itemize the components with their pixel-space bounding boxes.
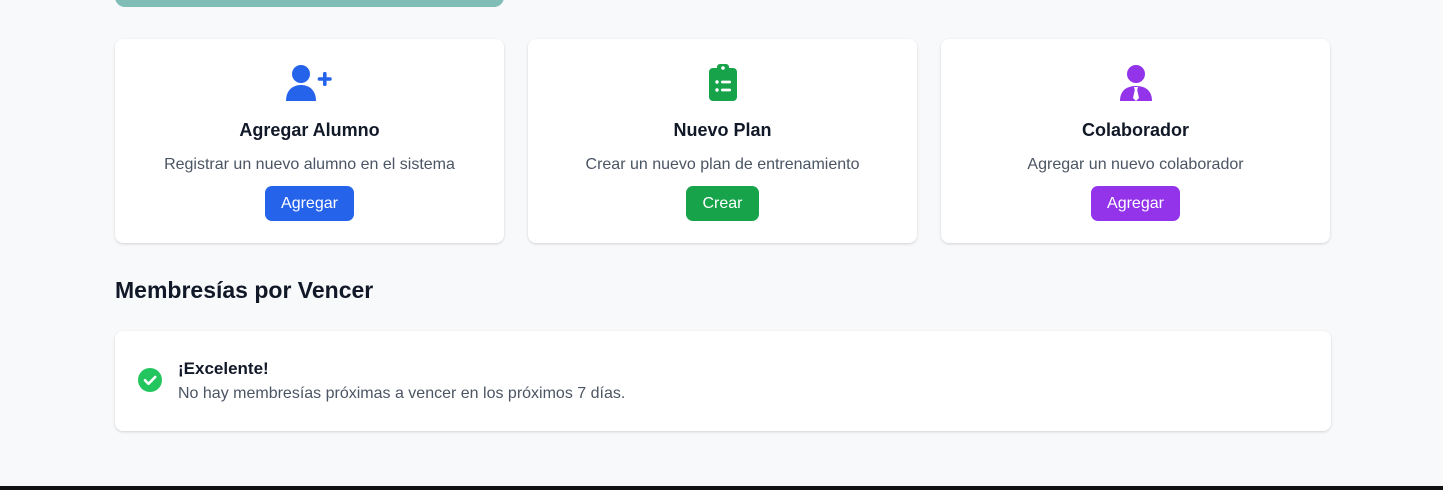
expiring-memberships-notice: ¡Excelente! No hay membresías próximas a… xyxy=(115,331,1331,431)
add-collaborator-button[interactable]: Agregar xyxy=(1091,186,1180,221)
card-new-plan: Nuevo Plan Crear un nuevo plan de entren… xyxy=(528,39,917,243)
notice-title: ¡Excelente! xyxy=(178,359,269,378)
notice-text: No hay membresías próximas a vencer en l… xyxy=(178,385,626,402)
card-title: Nuevo Plan xyxy=(673,120,772,140)
clipboard-list-icon xyxy=(708,63,738,103)
user-tie-icon xyxy=(1119,63,1153,103)
card-description: Registrar un nuevo alumno en el sistema xyxy=(164,156,455,173)
check-circle-icon xyxy=(138,368,162,397)
create-plan-button[interactable]: Crear xyxy=(686,186,759,221)
add-student-button[interactable]: Agregar xyxy=(265,186,354,221)
card-title: Agregar Alumno xyxy=(239,120,380,140)
bottom-border xyxy=(0,486,1443,490)
quick-actions: Agregar Alumno Registrar un nuevo alumno… xyxy=(115,39,1330,243)
card-description: Crear un nuevo plan de entrenamiento xyxy=(585,156,860,173)
previous-card-edge xyxy=(115,0,504,7)
user-plus-icon xyxy=(285,63,334,103)
card-description: Agregar un nuevo colaborador xyxy=(1027,156,1244,173)
section-title: Membresías por Vencer xyxy=(115,277,374,303)
card-collaborator: Colaborador Agregar un nuevo colaborador… xyxy=(941,39,1330,243)
card-add-student: Agregar Alumno Registrar un nuevo alumno… xyxy=(115,39,504,243)
card-title: Colaborador xyxy=(1081,120,1189,140)
